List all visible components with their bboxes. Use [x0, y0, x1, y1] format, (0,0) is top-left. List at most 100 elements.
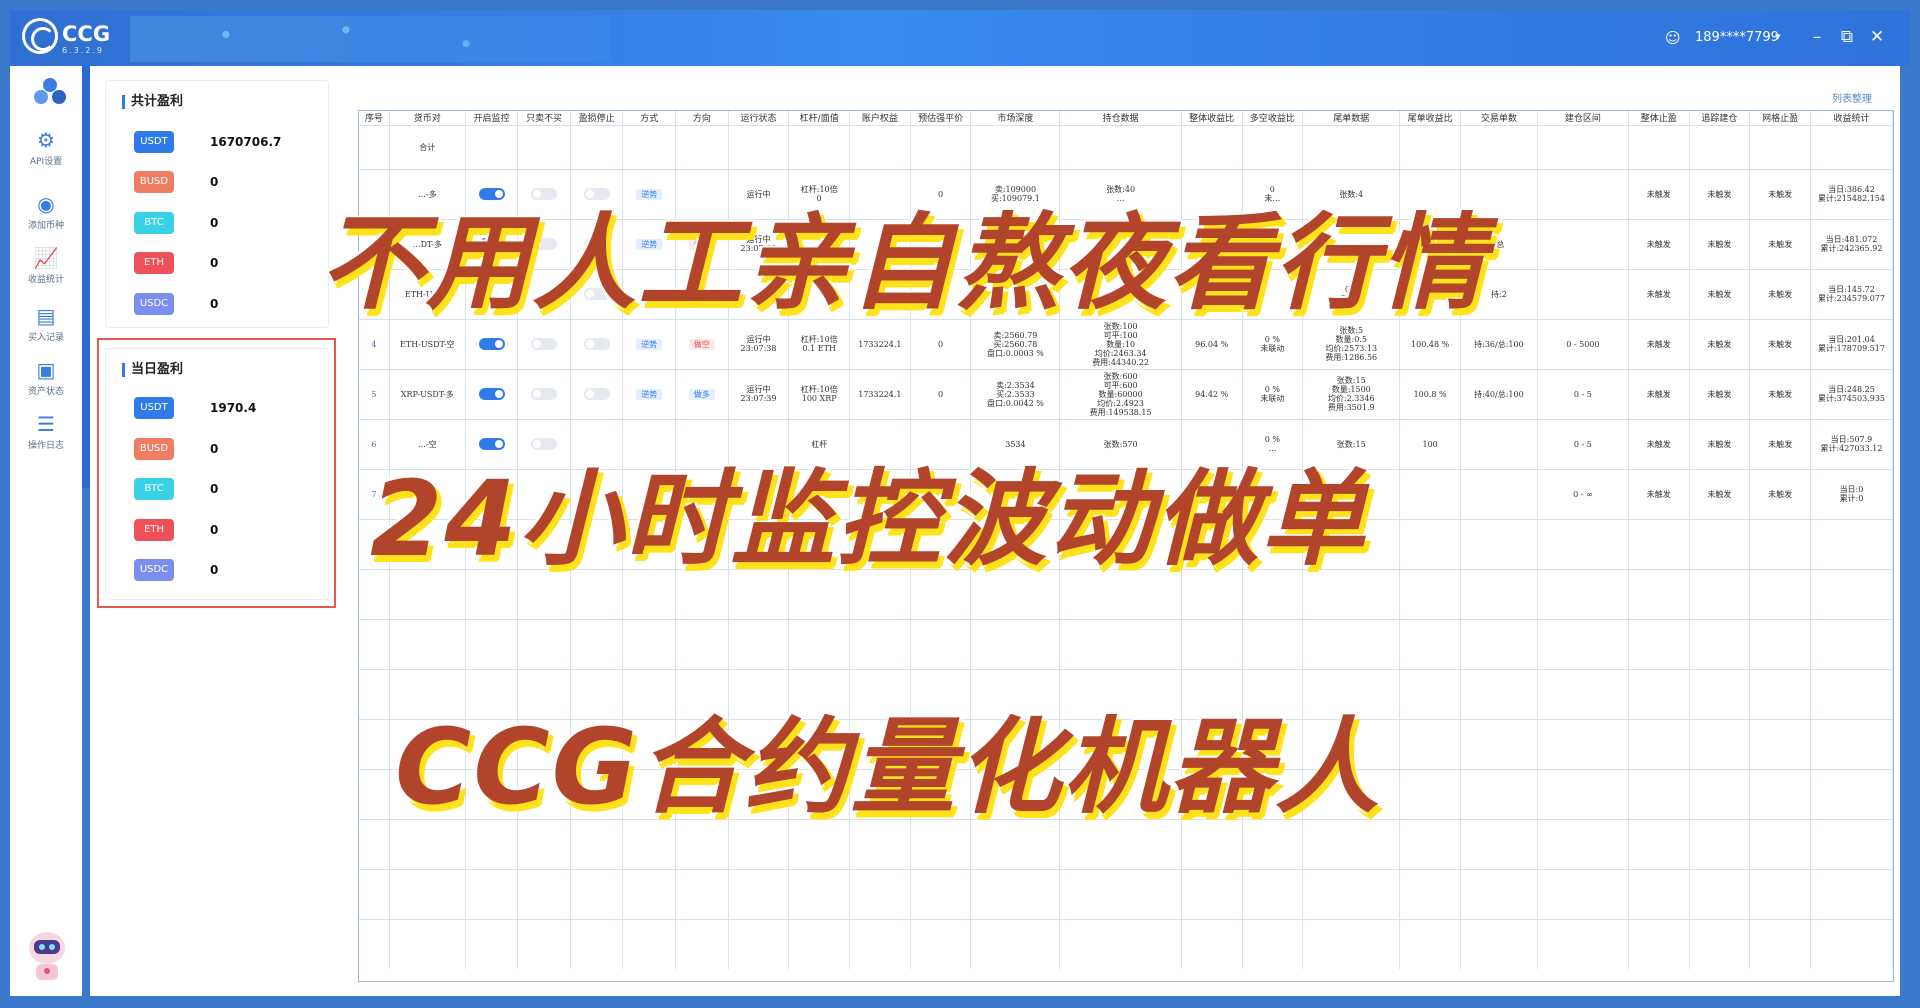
coin-value: 0 [210, 175, 219, 189]
table-cell [1399, 918, 1461, 969]
table-cell [1302, 868, 1401, 919]
table-row[interactable]: 5 XRP-USDT-多 逆势 做多 运行中 23:07:39 杠杆:10倍 100 XR… [359, 368, 1894, 419]
sidebar-item-add-coin[interactable]: ◉ 添加币种 [10, 192, 82, 231]
table-cell: 未触发 [1628, 218, 1690, 269]
table-cell [1059, 868, 1182, 919]
minimize-button[interactable]: – [1806, 26, 1828, 48]
app-window: CCG 6.3.2.9 ☺ 189****7799 ▾ – ⧉ ✕ ⚙ API设… [0, 0, 1920, 1008]
table-cell [1689, 918, 1751, 969]
table-cell [1399, 668, 1461, 719]
coin-badge: BTC [134, 478, 174, 500]
table-cell [1537, 668, 1629, 719]
mode-tag: 逆势 [636, 388, 663, 400]
table-cell [1059, 618, 1182, 669]
coin-badge: ETH [134, 519, 174, 541]
coin-value: 0 [210, 297, 219, 311]
direction-tag: 做多 [688, 388, 715, 400]
table-cell [1689, 124, 1751, 169]
table-cell: 做多 [675, 368, 729, 419]
table-cell [1689, 818, 1751, 869]
title-bar [10, 10, 1910, 66]
table-cell: 未触发 [1749, 168, 1811, 219]
table-cell: 0 [910, 368, 972, 419]
table-cell [1749, 768, 1811, 819]
table-cell [1537, 768, 1629, 819]
table-cell [1537, 268, 1629, 319]
table-cell [1749, 568, 1811, 619]
column-header: 盈损停止 [570, 111, 624, 125]
coin-value: 0 [210, 563, 219, 577]
table-cell [788, 868, 851, 919]
table-cell [1537, 568, 1629, 619]
toggle-switch[interactable] [583, 338, 610, 350]
promo-headline-3: CCG合约量化机器人 [395, 706, 1382, 828]
table-cell: 张数:15 数量:1500 均价:2.3346 费用:3501.9 [1302, 368, 1401, 419]
table-cell [517, 868, 571, 919]
table-cell [675, 124, 729, 169]
table-cell: 未触发 [1628, 368, 1690, 419]
sidebar-item-label: 添加币种 [27, 221, 64, 231]
table-cell: 100.8 % [1399, 368, 1461, 419]
table-cell: 未触发 [1689, 218, 1751, 269]
table-cell [1810, 768, 1894, 819]
table-cell [1689, 768, 1751, 819]
table-cell [1810, 918, 1894, 969]
table-cell [1628, 668, 1690, 719]
column-header: 预估强平价 [910, 111, 972, 125]
table-cell [1302, 124, 1401, 169]
table-cell: 当日:145.72 累计:234579.077 [1810, 268, 1894, 319]
coin-badge: BUSD [134, 171, 174, 193]
sidebar-item-assets[interactable]: ▣ 资产状态 [10, 358, 82, 397]
toggle-switch[interactable] [478, 388, 505, 400]
table-cell: 未触发 [1749, 268, 1811, 319]
table-cell [1689, 618, 1751, 669]
list-arrange-link[interactable]: 列表整理 [1832, 90, 1872, 105]
table-cell: 当日:0 累计:0 [1810, 468, 1894, 519]
sidebar-item-logs[interactable]: ☰ 操作日志 [10, 412, 82, 451]
panel-title: 共计盈利 [122, 95, 183, 109]
sidebar-accent [82, 66, 90, 488]
toggle-switch[interactable] [531, 388, 558, 400]
table-cell [1399, 568, 1461, 619]
toggle-switch[interactable] [478, 338, 505, 350]
maximize-button[interactable]: ⧉ [1836, 26, 1858, 48]
table-cell [1537, 918, 1629, 969]
sidebar-item-api[interactable]: ⚙ API设置 [10, 128, 82, 167]
column-header: 市场深度 [970, 111, 1061, 125]
sidebar-item-buy-records[interactable]: ▤ 买入记录 [10, 304, 82, 343]
column-header: 账户权益 [849, 111, 911, 125]
table-cell [1242, 918, 1304, 969]
table-cell [1537, 868, 1629, 919]
toggle-switch[interactable] [531, 338, 558, 350]
table-cell: 未触发 [1689, 418, 1751, 469]
direction-tag: 做空 [688, 338, 715, 350]
table-cell [389, 918, 466, 969]
table-cell [1628, 868, 1690, 919]
table-cell [849, 868, 911, 919]
table-cell: 当日:248.25 累计:374503.935 [1810, 368, 1894, 419]
coin-badge: BTC [134, 212, 174, 234]
promo-headline-1: 不用人工亲自熬夜看行情 [320, 202, 1487, 324]
close-button[interactable]: ✕ [1866, 26, 1888, 48]
table-cell [1059, 124, 1182, 169]
chevron-down-icon[interactable]: ▾ [1775, 30, 1781, 43]
table-cell [1460, 668, 1538, 719]
empty-row [359, 618, 1894, 669]
user-icon[interactable]: ☺ [1665, 30, 1681, 46]
table-cell [910, 918, 972, 969]
table-cell [622, 124, 677, 169]
toggle-switch[interactable] [583, 388, 610, 400]
table-cell [1628, 618, 1690, 669]
table-cell [970, 918, 1061, 969]
table-cell [1399, 518, 1461, 569]
table-cell [359, 668, 390, 719]
table-cell: 杠杆:10倍 100 XRP [788, 368, 851, 419]
robot-mascot-icon[interactable] [22, 924, 72, 986]
table-cell [1628, 818, 1690, 869]
column-header: 追踪建仓 [1689, 111, 1751, 125]
table-cell [1399, 868, 1461, 919]
table-cell [1460, 818, 1538, 869]
sidebar-item-profit-stats[interactable]: 📈 收益统计 [10, 246, 82, 285]
table-cell: 未触发 [1749, 318, 1811, 369]
user-account[interactable]: 189****7799 [1695, 30, 1779, 45]
